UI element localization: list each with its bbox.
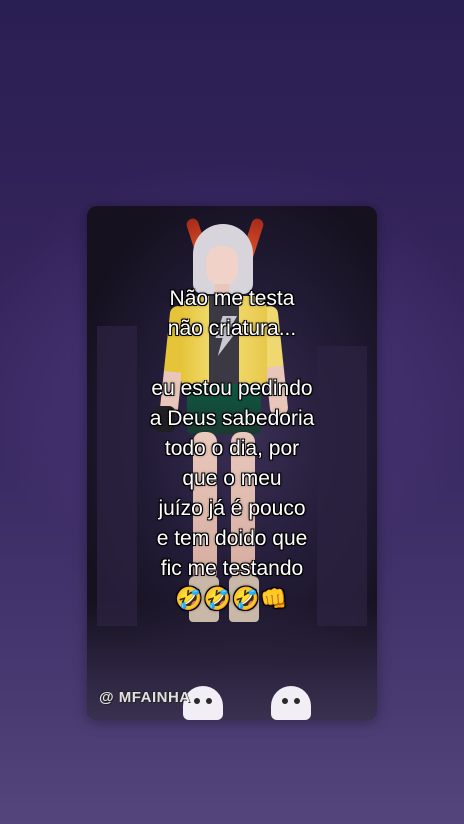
caption-gap [87,344,377,374]
face [206,246,238,286]
caption-line: todo o dia, por [164,437,300,460]
caption-line: eu estou pedindo [151,377,313,400]
caption-line: e tem doido que [156,527,308,550]
caption-line: fic me testando [160,557,304,580]
watermark-text: @ MFAINHA [99,689,191,706]
mascot-figure [271,686,311,720]
watermark-handle: @ MFAINHA [99,689,191,706]
caption-line: juízo já é pouco [158,497,306,520]
caption-line: Não me testa [169,287,295,310]
video-card[interactable]: Não me testa não criatura... eu estou pe… [87,206,377,720]
caption-line: não criatura... [167,317,297,340]
laughing-emoji-icon: 🤣🤣🤣👊 [175,586,289,611]
caption-line: a Deus sabedoria [149,407,315,430]
caption-text: Não me testa não criatura... eu estou pe… [87,284,377,614]
caption-line: que o meu [182,467,282,490]
